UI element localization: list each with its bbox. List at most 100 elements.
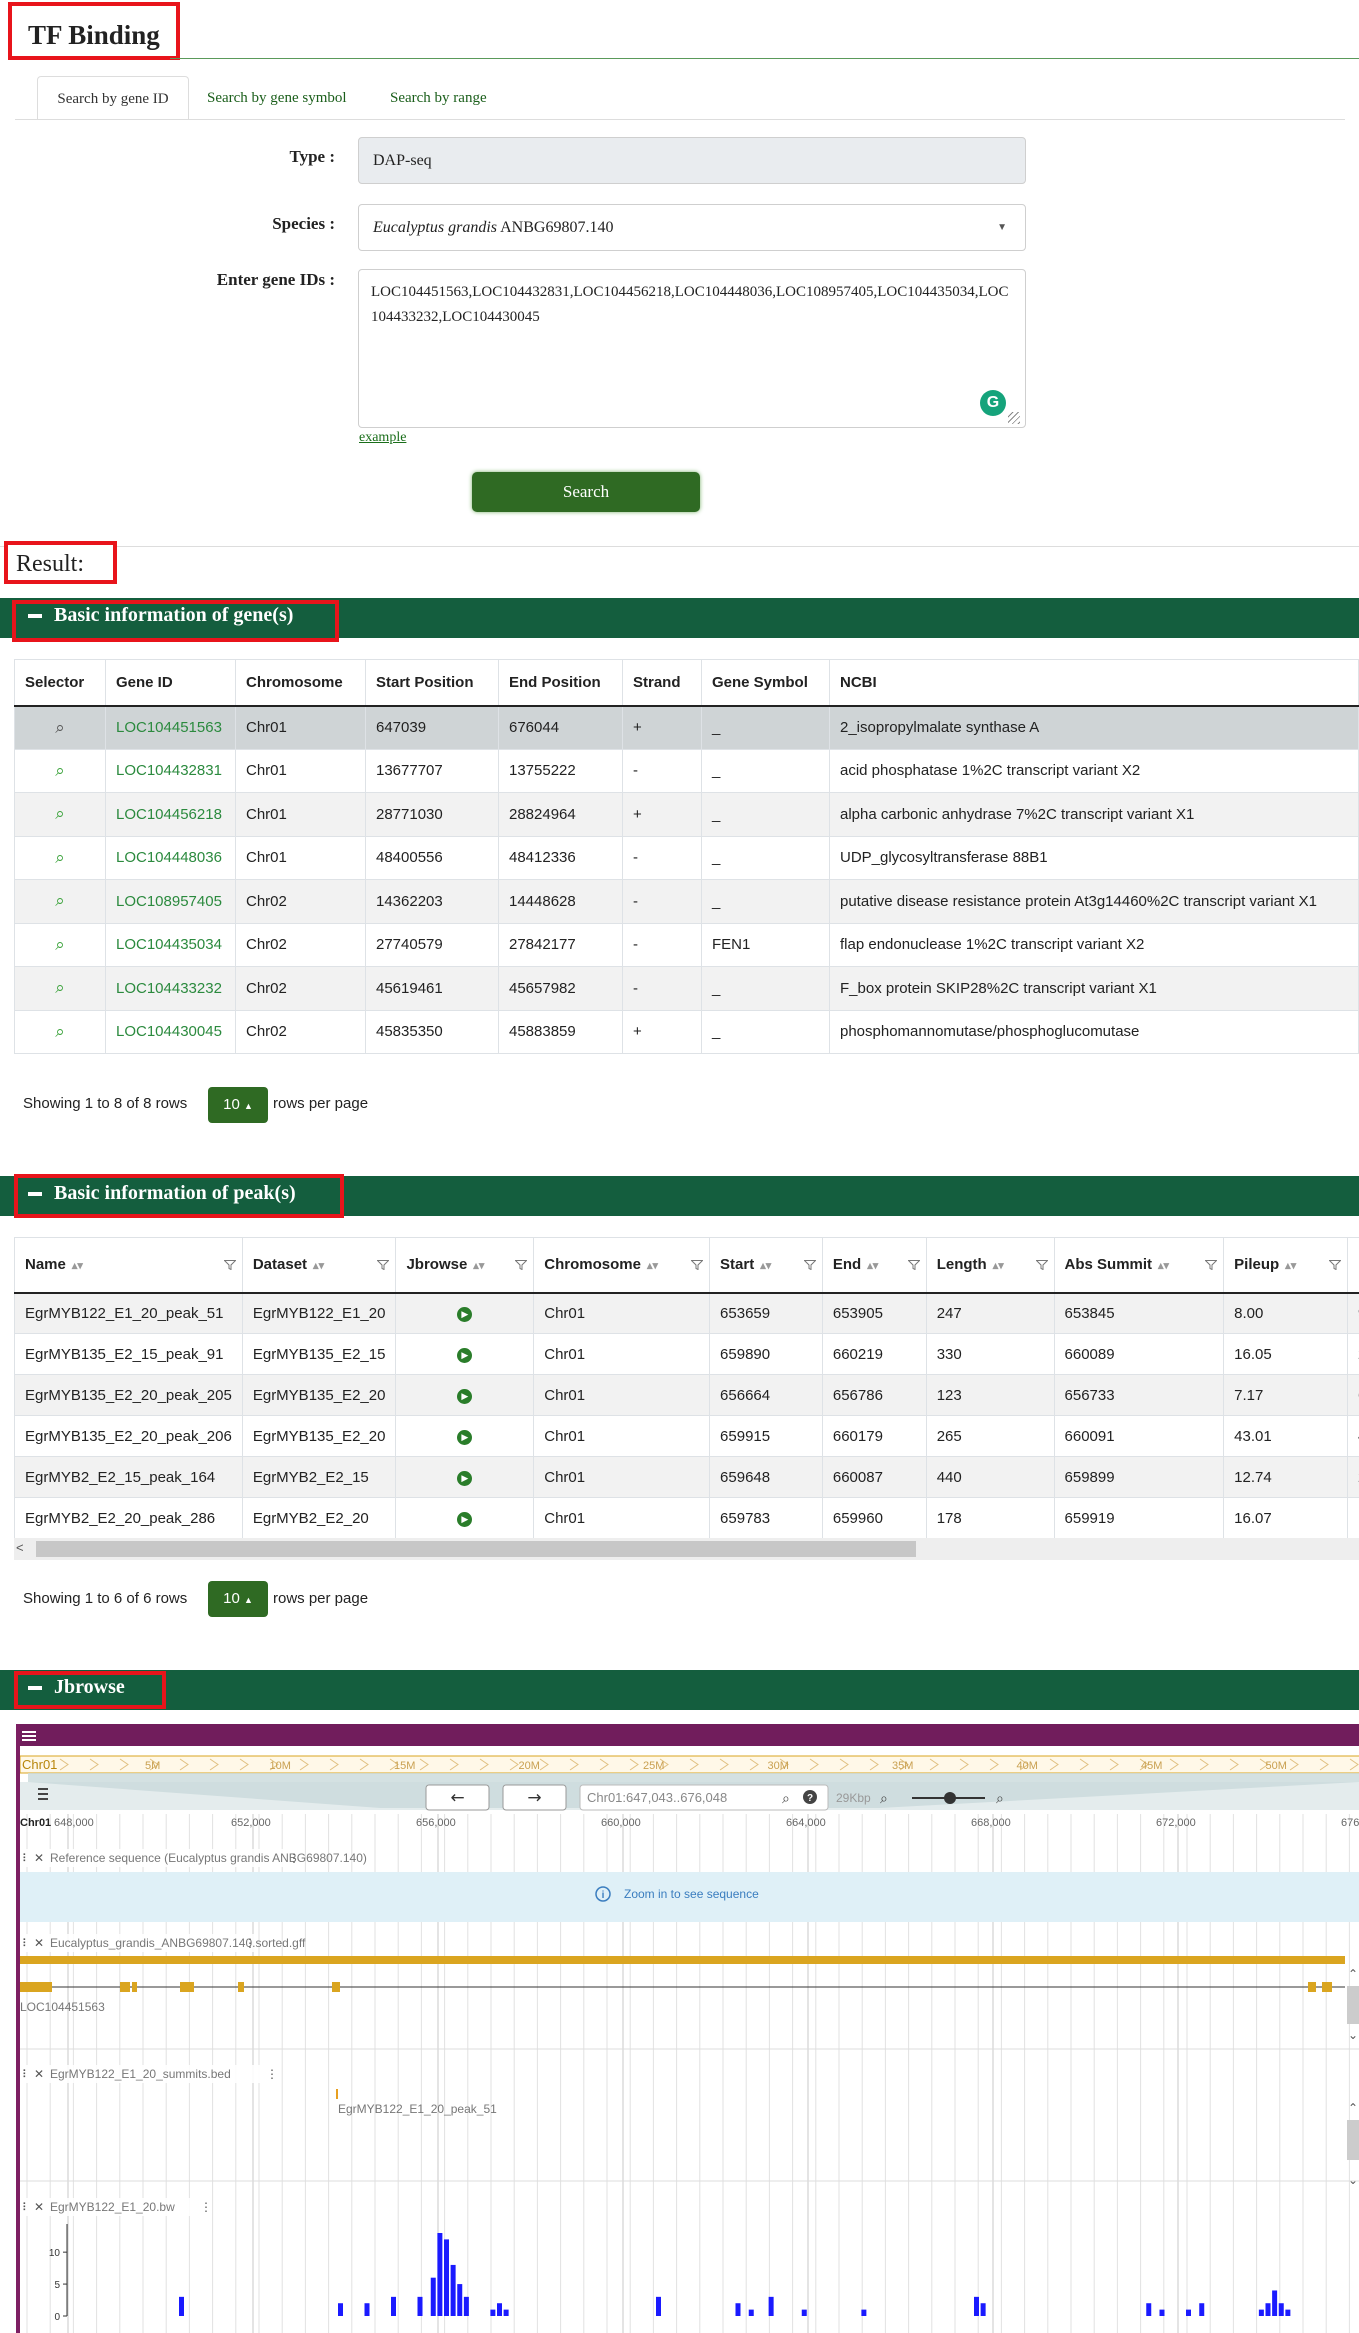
table-row[interactable]: ⌕ LOC104432831 Chr01 13677707 13755222- _ acid… [14,748,1359,793]
peak-col-header[interactable]: Name ▴▾ [14,1237,243,1294]
jbrowse-canvas[interactable]: Chr01 5M 10M 15M 20M 25M 30M 35M 40M 45M 50M ← → Chr0… [20,1724,1359,2333]
track-options-icon-refseq[interactable]: ⋮ [288,1851,300,1865]
search-icon[interactable]: ⌕ [14,792,106,837]
filter-icon[interactable] [223,1260,236,1270]
resize-handle-icon[interactable] [1008,412,1020,424]
exon-5[interactable] [332,1982,340,1992]
jbrowse-link-icon[interactable]: ▶ [457,1512,473,1527]
close-icon-bed[interactable]: ✕ [34,2067,44,2081]
peak-col-header[interactable]: Abs Summit ▴▾ [1053,1237,1225,1294]
table-row[interactable]: EgrMYB135_E2_20_peak_205 EgrMYB135_E2_20 ▶… [14,1374,1359,1416]
tab-search-by-range[interactable]: Search by range [390,76,487,120]
jbrowse-cell[interactable]: ▶ [395,1333,535,1375]
jbrowse-link-icon[interactable]: ▶ [457,1348,473,1363]
drag-handle-icon-gff[interactable]: ⠇ [22,1937,30,1950]
gene-id-link[interactable]: LOC104432831 [105,748,236,793]
table-row[interactable]: ⌕ LOC104451563 Chr01 647039 676044 + _ 2_isopro… [14,705,1359,750]
filter-icon[interactable] [377,1260,390,1270]
jbrowse-cell[interactable]: ▶ [395,1374,535,1416]
jbrowse-cell[interactable]: ▶ [395,1415,535,1457]
table-row[interactable]: EgrMYB122_E1_20_peak_51 EgrMYB122_E1_20 ▶ C… [14,1292,1359,1334]
search-button[interactable]: Search [472,472,700,512]
close-icon-gff[interactable]: ✕ [34,1936,44,1950]
species-select[interactable]: Eucalyptus grandis ANBG69807.140 ▼ [358,204,1026,251]
peak-col-header[interactable]: Chromosome ▴▾ [533,1237,711,1294]
filter-icon[interactable] [1205,1260,1218,1270]
grammarly-icon[interactable]: G [980,390,1006,416]
sort-icon[interactable]: ▴▾ [72,1260,83,1272]
jbrowse-viewer[interactable]: Chr01 5M 10M 15M 20M 25M 30M 35M 40M 45M 50M ← → Chr0… [16,1724,1359,2333]
gene-id-link[interactable]: LOC104433232 [105,966,236,1011]
jbrowse-cell[interactable]: ▶ [395,1497,535,1539]
gene-id-link[interactable]: LOC104451563 [105,705,236,750]
exon-1[interactable] [120,1982,130,1992]
filter-icon[interactable] [515,1260,528,1270]
peaks-per-page-select[interactable]: 10 ▲ [208,1581,268,1617]
gene-id-link[interactable]: LOC104430045 [105,1009,236,1054]
sort-icon[interactable]: ▴▾ [647,1260,658,1272]
table-row[interactable]: ⌕ LOC104448036 Chr01 48400556 48412336- _ UDP_… [14,835,1359,880]
jbrowse-cell[interactable]: ▶ [395,1456,535,1498]
zoom-out-icon[interactable]: ⌕ [880,1791,888,1807]
exon-2[interactable] [132,1982,137,1992]
search-icon[interactable]: ⌕ [14,966,106,1011]
peak-col-header[interactable]: Jbrowse ▴▾ [395,1237,535,1294]
exon-6[interactable] [1308,1982,1316,1992]
menu-icon-line-0[interactable] [22,1731,36,1733]
track-scroll-thumb[interactable] [1347,1986,1359,2024]
sort-icon[interactable]: ▴▾ [313,1260,324,1272]
table-row[interactable]: EgrMYB135_E2_20_peak_206 EgrMYB135_E2_20 ▶… [14,1415,1359,1457]
tab-search-by-gene-id[interactable]: Search by gene ID [37,76,189,120]
table-row[interactable]: EgrMYB2_E2_20_peak_286 EgrMYB2_E2_20 ▶ Chr0… [14,1497,1359,1539]
table-row[interactable]: EgrMYB2_E2_15_peak_164 EgrMYB2_E2_15 ▶ Chr0… [14,1456,1359,1498]
filter-icon[interactable] [907,1260,920,1270]
tab-search-by-gene-symbol[interactable]: Search by gene symbol [207,76,347,120]
exon-3[interactable] [180,1982,194,1992]
search-icon[interactable]: ⌕ [14,1009,106,1054]
peak-col-header[interactable]: Length ▴▾ [925,1237,1055,1294]
drag-handle-icon-refseq[interactable]: ⠇ [22,1852,30,1865]
sort-icon[interactable]: ▴▾ [760,1260,771,1272]
search-icon[interactable]: ⌕ [14,835,106,880]
track-menu-icon-1[interactable] [38,1793,48,1795]
menu-icon-line-2[interactable] [22,1739,36,1741]
locus-search-icon[interactable]: ⌕ [782,1791,790,1807]
table-row[interactable]: ⌕ LOC108957405 Chr02 14362203 14448628- _ puta… [14,879,1359,924]
horizontal-scrollbar[interactable]: < [14,1538,1359,1560]
sort-icon[interactable]: ▴▾ [993,1260,1004,1272]
exon-4[interactable] [238,1982,244,1992]
filter-icon[interactable] [1328,1260,1341,1270]
table-row[interactable]: ⌕ LOC104430045 Chr02 45835350 45883859 + _ phos… [14,1009,1359,1054]
sort-icon[interactable]: ▴▾ [867,1260,878,1272]
type-field[interactable]: DAP-seq [358,137,1026,184]
scroll-left-icon[interactable]: < [16,1540,24,1555]
jbrowse-link-icon[interactable]: ▶ [457,1430,473,1445]
jbrowse-cell[interactable]: ▶ [395,1292,535,1334]
search-icon[interactable]: ⌕ [14,922,106,967]
search-icon[interactable]: ⌕ [14,879,106,924]
track-scroll-thumb-2[interactable] [1347,2120,1359,2160]
table-row[interactable]: EgrMYB135_E2_15_peak_91 EgrMYB135_E2_15 ▶ C… [14,1333,1359,1375]
table-row[interactable]: ⌕ LOC104456218 Chr01 28771030 28824964 + _ alph… [14,792,1359,837]
gene-bar[interactable] [20,1956,1345,1964]
drag-handle-icon-bed[interactable]: ⠇ [22,2068,30,2081]
close-icon-bw[interactable]: ✕ [34,2200,44,2214]
table-row[interactable]: ⌕ LOC104435034 Chr02 27740579 27842177- FEN1 f… [14,922,1359,967]
peak-col-header[interactable]: Pileup ▴▾ [1223,1237,1348,1294]
jbrowse-section-header[interactable]: Jbrowse [0,1670,1359,1710]
example-link[interactable]: example [359,430,406,446]
peak-col-header[interactable]: Dataset ▴▾ [241,1237,397,1294]
jbrowse-link-icon[interactable]: ▶ [457,1389,473,1404]
jbrowse-link-icon[interactable]: ▶ [457,1471,473,1486]
scroll-up-icon[interactable]: ⌃ [1348,1967,1358,1981]
gene-id-link[interactable]: LOC104435034 [105,922,236,967]
scroll-down-icon-2[interactable]: ⌄ [1348,2173,1358,2187]
peak-col-header[interactable]: End ▴▾ [821,1237,927,1294]
search-icon[interactable]: ⌕ [14,705,106,750]
genes-per-page-select[interactable]: 10 ▲ [208,1087,268,1123]
scrollbar-thumb[interactable] [36,1541,916,1557]
track-options-icon-bed[interactable]: ⋮ [266,2067,278,2081]
track-menu-icon-2[interactable] [38,1798,48,1800]
exon-7[interactable] [1322,1982,1332,1992]
gene-ids-textarea[interactable]: LOC104451563,LOC104432831,LOC104456218,L… [358,269,1026,428]
